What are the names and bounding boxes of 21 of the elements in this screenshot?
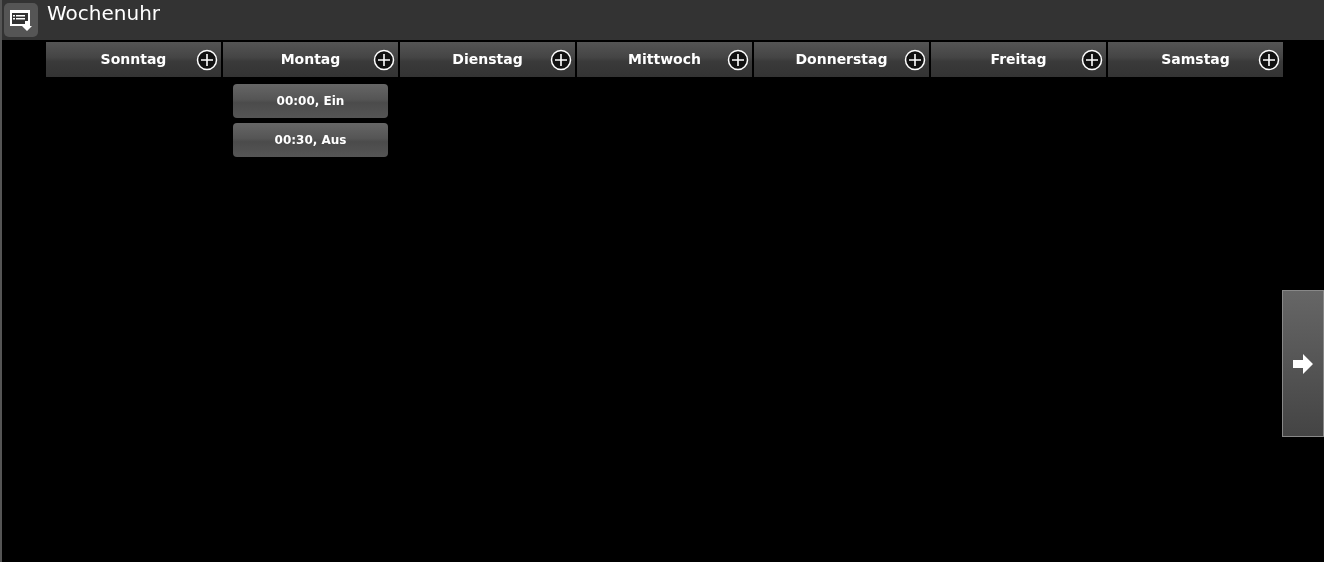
app-menu-button[interactable] — [4, 3, 38, 37]
day-name: Donnerstag — [795, 50, 888, 69]
day-name: Sonntag — [100, 50, 167, 69]
add-button[interactable] — [727, 49, 749, 71]
schedule-entry[interactable]: 00:00, Ein — [233, 84, 388, 118]
schedule-entry[interactable]: 00:30, Aus — [233, 123, 388, 157]
add-button[interactable] — [1081, 49, 1103, 71]
arrow-right-icon — [1292, 352, 1314, 375]
day-name: Mittwoch — [628, 50, 701, 69]
day-name: Dienstag — [452, 50, 523, 69]
next-button[interactable] — [1282, 290, 1324, 437]
window-title: Wochenuhr — [47, 3, 161, 23]
window-list-icon — [9, 9, 33, 31]
add-button[interactable] — [373, 49, 395, 71]
add-button[interactable] — [196, 49, 218, 71]
add-button[interactable] — [1258, 49, 1280, 71]
day-name: Samstag — [1161, 50, 1230, 69]
day-name: Montag — [280, 50, 341, 69]
day-name: Freitag — [990, 50, 1047, 69]
add-button[interactable] — [550, 49, 572, 71]
add-button[interactable] — [904, 49, 926, 71]
